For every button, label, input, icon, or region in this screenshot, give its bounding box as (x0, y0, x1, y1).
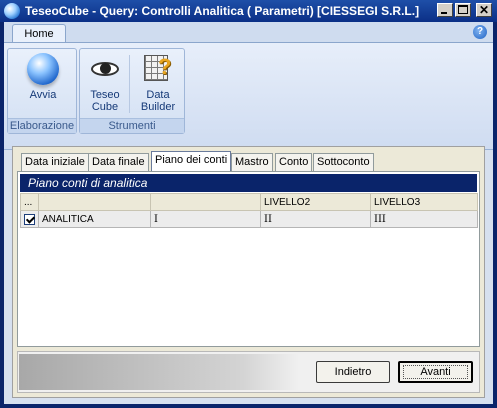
app-window: TeseoCube - Query: Controlli Analitica (… (0, 0, 497, 408)
table-cell[interactable]: I (150, 210, 261, 228)
tab-home[interactable]: Home (12, 24, 66, 44)
group-label-elaborazione: Elaborazione (8, 118, 76, 133)
column-header-livello3[interactable]: LIVELLO3 (370, 193, 478, 211)
row-checkbox-cell[interactable] (20, 210, 39, 228)
maximize-icon (458, 5, 468, 14)
tab-data-finale[interactable]: Data finale (88, 153, 149, 171)
eye-icon (89, 53, 121, 85)
column-header-livello2[interactable]: LIVELLO2 (260, 193, 371, 211)
data-builder-label: Data Builder (140, 89, 176, 113)
tab-conto[interactable]: Conto (275, 153, 313, 171)
ribbon: Avvia Elaborazione Teseo Cube ? Data Bui… (4, 42, 493, 150)
tab-sottoconto[interactable]: Sottoconto (313, 153, 374, 171)
next-button[interactable]: Avanti (398, 361, 473, 383)
section-title: Piano conti di analitica (20, 174, 477, 192)
back-button[interactable]: Indietro (316, 361, 390, 383)
teseo-cube-button[interactable]: Teseo Cube (84, 53, 126, 113)
avvia-button[interactable]: Avvia (19, 53, 67, 101)
wizard-footer: Indietro Avanti (17, 351, 480, 393)
avvia-label: Avvia (29, 89, 57, 101)
ribbon-tab-strip: Home ? (4, 22, 493, 44)
maximize-button[interactable] (455, 3, 471, 17)
client-area: Home ? Avvia Elaborazione Teseo Cube ? D… (4, 22, 493, 404)
close-icon: ✕ (479, 3, 490, 17)
help-icon[interactable]: ? (473, 25, 487, 39)
checkbox-checked-icon[interactable] (24, 213, 35, 225)
ribbon-group-strumenti: Teseo Cube ? Data Builder Strumenti (79, 48, 185, 134)
data-builder-button[interactable]: ? Data Builder (135, 53, 181, 113)
teseo-cube-label: Teseo Cube (90, 89, 120, 113)
table-cell[interactable]: II (260, 210, 371, 228)
ribbon-separator (129, 55, 130, 113)
tab-piano-dei-conti[interactable]: Piano dei conti (151, 151, 232, 171)
title-bar[interactable]: TeseoCube - Query: Controlli Analitica (… (0, 0, 497, 22)
globe-icon (27, 53, 59, 85)
window-title: TeseoCube - Query: Controlli Analitica (… (25, 4, 420, 18)
app-icon[interactable] (4, 3, 20, 19)
table-row[interactable]: ANALITICA I II III (20, 210, 478, 228)
close-button[interactable]: ✕ (476, 3, 492, 17)
minimize-button[interactable] (437, 3, 453, 17)
table-cell[interactable]: III (370, 210, 478, 228)
column-header-select[interactable]: ... (20, 193, 39, 211)
tab-content: Piano conti di analitica ... LIVELLO2 LI… (17, 171, 480, 347)
footer-gradient (19, 354, 299, 390)
grid-question-icon: ? (142, 53, 174, 85)
table-header-row: ... LIVELLO2 LIVELLO3 (20, 193, 478, 211)
ribbon-group-elaborazione: Avvia Elaborazione (7, 48, 77, 134)
minimize-icon (441, 12, 447, 14)
tab-data-iniziale[interactable]: Data iniziale (21, 153, 89, 171)
column-header[interactable] (38, 193, 151, 211)
group-label-strumenti: Strumenti (80, 118, 184, 133)
tab-mastro[interactable]: Mastro (231, 153, 273, 171)
column-header[interactable] (150, 193, 261, 211)
wizard-panel: Data iniziale Data finale Piano dei cont… (12, 146, 485, 398)
piano-conti-table: ... LIVELLO2 LIVELLO3 ANALITICA I II III (20, 193, 478, 228)
table-cell[interactable]: ANALITICA (38, 210, 151, 228)
